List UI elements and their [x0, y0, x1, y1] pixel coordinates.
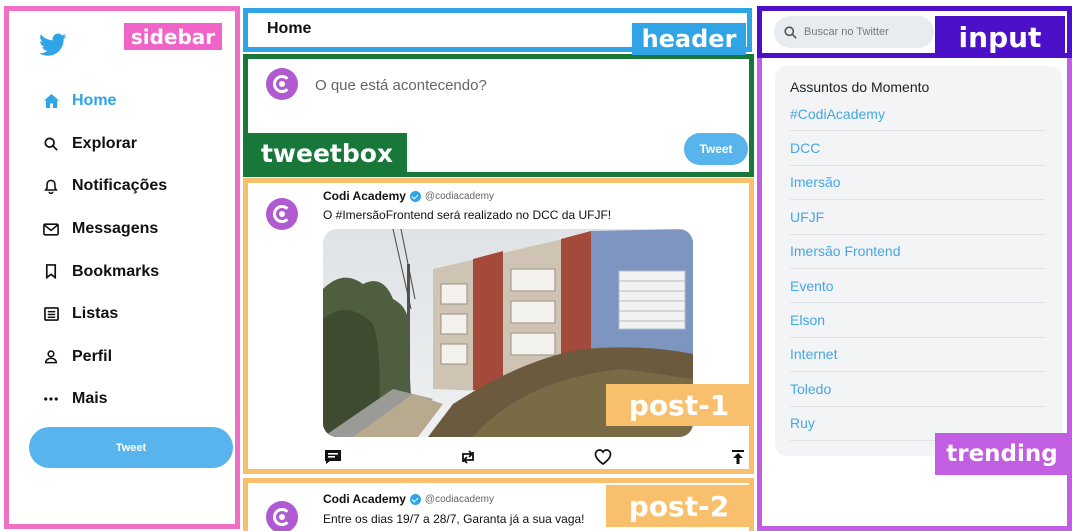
- retweet-icon[interactable]: [458, 447, 478, 467]
- search-input[interactable]: [804, 26, 924, 38]
- sidebar-item-label: Home: [72, 92, 117, 110]
- page-title: Home: [267, 20, 312, 37]
- more-icon: [40, 389, 62, 409]
- verified-icon: [409, 493, 421, 505]
- avatar: [266, 198, 298, 230]
- sidebar-item-perfil[interactable]: Perfil: [40, 336, 230, 379]
- post-2-tag: post-2: [606, 485, 752, 527]
- reply-icon[interactable]: [323, 447, 343, 467]
- post-author-handle[interactable]: @codiacademy: [425, 191, 494, 202]
- post-1-tag: post-1: [606, 384, 752, 426]
- tweet-compose-input[interactable]: [315, 74, 735, 96]
- tweetbox-tag: tweetbox: [247, 133, 407, 173]
- trending-tag: trending: [935, 433, 1069, 475]
- post-actions: [323, 447, 748, 467]
- trending-item[interactable]: DCC: [790, 131, 1045, 166]
- trending-item[interactable]: Elson: [790, 303, 1045, 338]
- like-icon[interactable]: [593, 447, 613, 467]
- sidebar-item-label: Notificações: [72, 177, 168, 195]
- trending-list: #CodiAcademy DCC Imersão UFJF Imersão Fr…: [790, 97, 1045, 441]
- sidebar-item-label: Messagens: [72, 220, 159, 238]
- trending-item[interactable]: #CodiAcademy: [790, 97, 1045, 132]
- page: Home Explorar Notificações Messagens Boo…: [0, 0, 1072, 531]
- sidebar-item-mais[interactable]: Mais: [40, 378, 230, 421]
- bookmark-icon: [40, 262, 62, 282]
- sidebar-item-label: Explorar: [72, 134, 137, 152]
- sidebar-item-label: Perfil: [72, 347, 113, 365]
- trending-item[interactable]: Evento: [790, 269, 1045, 304]
- search-box: [774, 16, 934, 48]
- trending-item[interactable]: Imersão Frontend: [790, 235, 1045, 269]
- sidebar-item-home[interactable]: Home: [40, 80, 230, 123]
- share-icon[interactable]: [728, 447, 748, 467]
- sidebar-tag: sidebar: [124, 23, 222, 50]
- sidebar-item-messagens[interactable]: Messagens: [40, 208, 230, 251]
- post-author-name[interactable]: Codi Academy: [323, 189, 406, 203]
- envelope-icon: [40, 219, 62, 239]
- post-author-handle[interactable]: @codiacademy: [425, 494, 494, 505]
- bell-icon: [40, 176, 62, 196]
- sidebar-nav: Home Explorar Notificações Messagens Boo…: [40, 80, 230, 421]
- sidebar-item-bookmarks[interactable]: Bookmarks: [40, 250, 230, 293]
- twitter-bird-icon[interactable]: [39, 33, 67, 57]
- sidebar-tweet-button[interactable]: Tweet: [29, 427, 233, 468]
- search-icon: [40, 134, 62, 154]
- sidebar-item-notificacoes[interactable]: Notificações: [40, 165, 230, 208]
- verified-icon: [409, 190, 421, 202]
- header-tag: header: [632, 23, 746, 55]
- trending-item[interactable]: Internet: [790, 338, 1045, 373]
- post-header: Codi Academy @codiacademy: [323, 492, 494, 506]
- sidebar-item-explorar[interactable]: Explorar: [40, 123, 230, 166]
- list-icon: [40, 304, 62, 324]
- trending-item[interactable]: UFJF: [790, 200, 1045, 235]
- sidebar-item-listas[interactable]: Listas: [40, 293, 230, 336]
- input-tag: input: [935, 16, 1065, 58]
- avatar: [266, 501, 298, 531]
- sidebar-item-label: Listas: [72, 305, 119, 323]
- person-icon: [40, 347, 62, 367]
- search-icon: [784, 25, 797, 39]
- post-author-name[interactable]: Codi Academy: [323, 492, 406, 506]
- home-icon: [40, 91, 62, 111]
- avatar: [266, 68, 298, 100]
- sidebar-item-label: Bookmarks: [72, 262, 160, 280]
- trending-item[interactable]: Imersão: [790, 166, 1045, 201]
- tweet-submit-button[interactable]: Tweet: [684, 133, 748, 165]
- post-text: Entre os dias 19/7 a 28/7, Garanta já a …: [323, 512, 585, 526]
- post-text: O #ImersãoFrontend será realizado no DCC…: [323, 208, 612, 222]
- trending-title: Assuntos do Momento: [790, 79, 930, 95]
- sidebar-item-label: Mais: [72, 390, 108, 408]
- post-header: Codi Academy @codiacademy: [323, 189, 494, 203]
- trending-item[interactable]: Toledo: [790, 372, 1045, 407]
